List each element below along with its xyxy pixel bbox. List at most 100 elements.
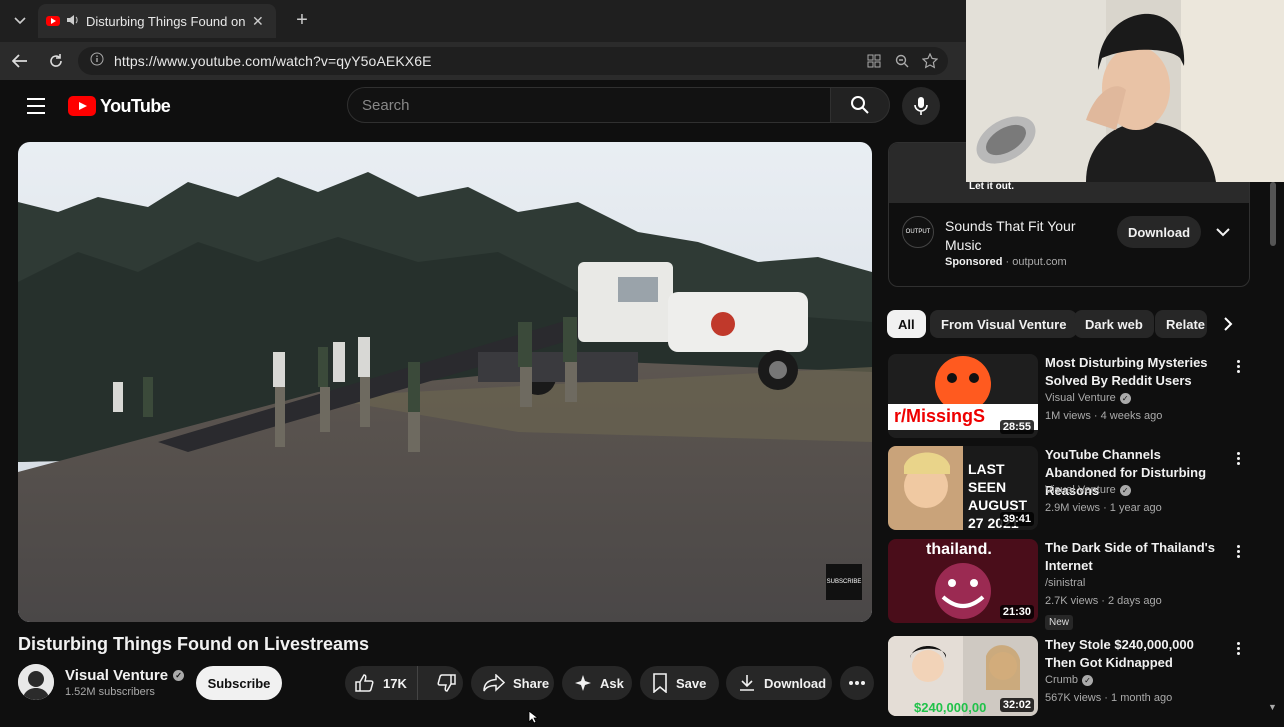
scroll-down-arrow-icon[interactable]: ▼ [1268, 702, 1277, 712]
save-button[interactable]: Save [640, 666, 719, 700]
ad-title[interactable]: Sounds That Fit Your Music [945, 217, 1105, 255]
share-label: Share [513, 675, 550, 691]
ad-banner-text: Let it out. [969, 181, 1014, 192]
recommendation-title[interactable]: They Stole $240,000,000 Then Got Kidnapp… [1045, 636, 1225, 672]
recommendation-meta: 2.7K views · 2 days ago [1045, 595, 1162, 607]
subscribe-watermark[interactable]: SUBSCRIBE [826, 564, 862, 600]
site-info-icon[interactable] [90, 52, 104, 71]
ask-icon [575, 675, 591, 691]
ad-logo[interactable]: OUTPUT [902, 216, 934, 248]
video-title: Disturbing Things Found on Livestreams [18, 634, 370, 654]
thumbnail-text: r/MissingS [894, 406, 986, 426]
channel-avatar[interactable] [18, 664, 54, 700]
channel-name[interactable]: Visual Venture ✓ [65, 667, 185, 684]
scrollbar-thumb[interactable] [1270, 182, 1276, 246]
chevron-down-icon[interactable] [1216, 224, 1230, 240]
video-duration: 28:55 [999, 420, 1034, 434]
menu-icon[interactable] [24, 94, 48, 118]
subscribe-button[interactable]: Subscribe [196, 666, 282, 700]
recommendation-title[interactable]: Most Disturbing Mysteries Solved By Redd… [1045, 354, 1225, 390]
recommendation-channel-text: Visual Venture [1045, 484, 1116, 496]
new-tab-button[interactable]: + [290, 8, 314, 32]
logo-text: YouTube [100, 95, 171, 116]
video-thumbnail[interactable]: LAST SEEN AUGUST 27 2021 39:41 [888, 446, 1038, 530]
more-icon[interactable] [1230, 448, 1246, 468]
recommendation-channel[interactable]: Visual Venture ✓ [1045, 484, 1131, 496]
download-label: Download [764, 675, 827, 691]
search-button[interactable] [830, 87, 890, 123]
video-thumbnail[interactable]: $240,000,00 32:02 [888, 636, 1038, 716]
save-icon [653, 673, 667, 693]
video-thumbnail[interactable]: r/MissingS 28:55 [888, 354, 1038, 438]
tab-list-icon[interactable] [8, 9, 32, 33]
subscriber-count: 1.52M subscribers [65, 686, 155, 698]
chevron-right-icon[interactable] [1216, 312, 1240, 336]
video-duration: 32:02 [999, 698, 1034, 712]
search-input[interactable]: Search [347, 87, 831, 123]
back-icon[interactable] [8, 49, 32, 73]
tab-title: Disturbing Things Found on Li [86, 13, 246, 29]
video-thumbnail[interactable]: thailand. 21:30 [888, 539, 1038, 623]
recommendation-item[interactable]: thailand. 21:30 The Dark Side of Thailan… [888, 539, 1248, 630]
recommendation-channel[interactable]: Visual Venture ✓ [1045, 392, 1131, 404]
ad-download-button[interactable]: Download [1117, 216, 1201, 248]
ad-domain: · output.com [1005, 256, 1067, 268]
chip-related[interactable]: Relate [1155, 310, 1207, 338]
ask-label: Ask [600, 675, 624, 691]
more-icon[interactable] [1230, 638, 1246, 658]
youtube-play-icon [68, 96, 96, 116]
chip-from-visual-venture[interactable]: From Visual Venture [930, 310, 1078, 338]
video-duration: 21:30 [999, 605, 1034, 619]
more-icon[interactable] [1230, 541, 1246, 561]
like-button[interactable]: 17K [345, 666, 418, 700]
youtube-logo[interactable]: YouTube [68, 95, 171, 117]
more-icon [849, 681, 865, 685]
recommendation-meta: 1M views · 4 weeks ago [1045, 410, 1163, 422]
recommendation-channel-text: Crumb [1045, 674, 1079, 686]
new-badge: New [1045, 615, 1074, 630]
thumbnail-text: thailand. [926, 541, 992, 558]
channel-name-text: Visual Venture [65, 667, 169, 684]
dislike-button[interactable] [426, 666, 466, 700]
verified-icon: ✓ [1119, 392, 1131, 404]
download-icon [740, 675, 754, 691]
recommendation-item[interactable]: r/MissingS 28:55 Most Disturbing Mysteri… [888, 354, 1248, 442]
recommendation-channel-text: /sinistral [1045, 577, 1086, 589]
download-button[interactable]: Download [726, 666, 832, 700]
ad-sponsored-label: Sponsored [945, 256, 1003, 268]
ask-button[interactable]: Ask [562, 666, 632, 700]
recommendation-item[interactable]: LAST SEEN AUGUST 27 2021 39:41 YouTube C… [888, 446, 1248, 534]
speaker-icon[interactable] [66, 14, 80, 29]
dislike-icon [437, 674, 456, 692]
mic-icon [914, 97, 928, 115]
share-button[interactable]: Share [471, 666, 554, 700]
video-duration: 39:41 [999, 512, 1034, 526]
recommendation-item[interactable]: $240,000,00 32:02 They Stole $240,000,00… [888, 636, 1248, 716]
mic-button[interactable] [902, 87, 940, 125]
video-player[interactable]: SUBSCRIBE [18, 142, 872, 622]
save-label: Save [676, 675, 707, 691]
recommendation-title[interactable]: The Dark Side of Thailand's Internet [1045, 539, 1225, 575]
browser-tab[interactable]: Disturbing Things Found on Li ✕ [38, 4, 276, 38]
verified-icon: ✓ [1082, 674, 1094, 686]
zoom-icon[interactable] [893, 52, 911, 70]
chip-all[interactable]: All [887, 310, 926, 338]
like-icon [355, 674, 374, 692]
url-bar[interactable]: https://www.youtube.com/watch?v=qyY5oAEK… [78, 47, 948, 75]
star-icon[interactable] [921, 52, 939, 70]
url-text: https://www.youtube.com/watch?v=qyY5oAEK… [114, 53, 432, 69]
recommendation-channel[interactable]: Crumb ✓ [1045, 674, 1094, 686]
more-icon[interactable] [1230, 356, 1246, 376]
verified-icon: ✓ [173, 670, 185, 681]
more-actions-button[interactable] [840, 666, 874, 700]
recommendation-meta: 567K views · 1 month ago [1045, 692, 1173, 704]
webcam-overlay [966, 0, 1284, 182]
recommendation-channel[interactable]: /sinistral [1045, 577, 1085, 589]
apps-icon[interactable] [865, 52, 883, 70]
cursor-icon [528, 710, 540, 727]
chip-dark-web[interactable]: Dark web [1074, 310, 1154, 338]
like-dislike-group: 17K [345, 666, 463, 700]
reload-icon[interactable] [44, 49, 68, 73]
youtube-favicon-icon [46, 16, 60, 26]
close-icon[interactable]: ✕ [252, 13, 264, 30]
